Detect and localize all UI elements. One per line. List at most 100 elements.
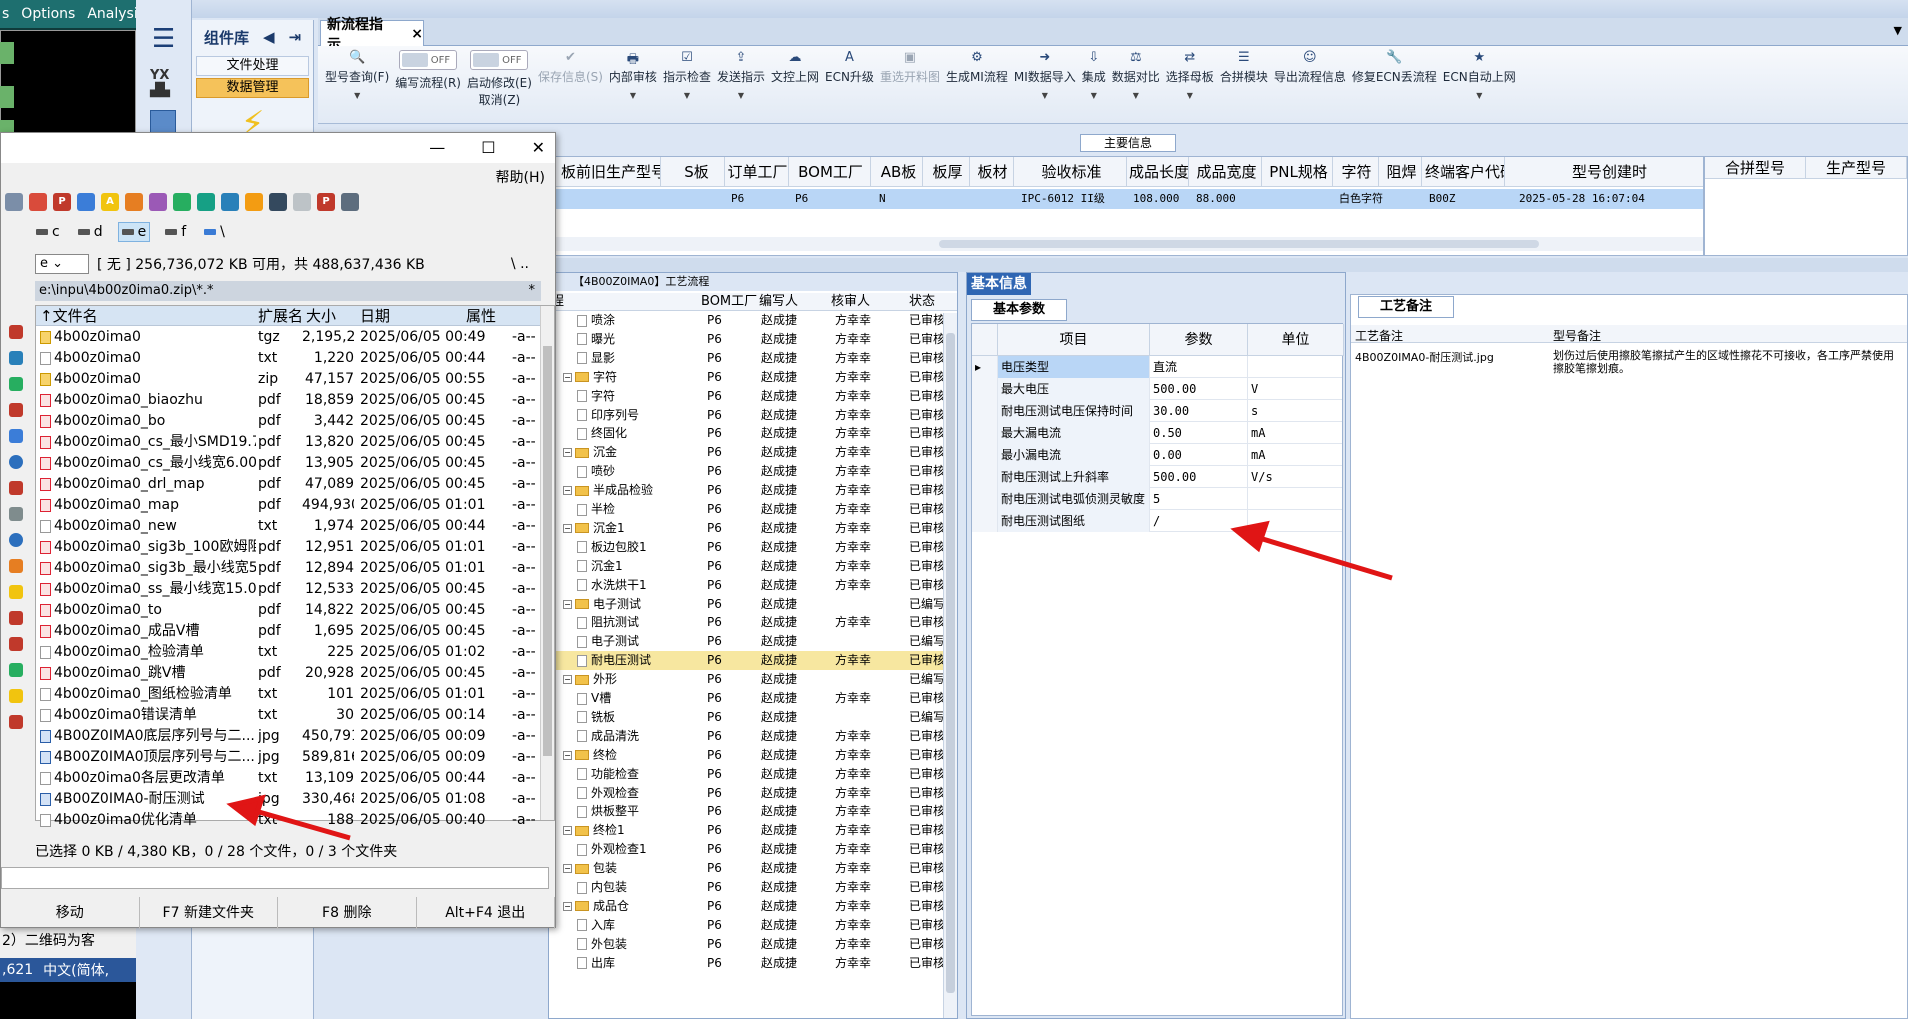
file-name-cell[interactable]: 4b00z0ima0_检验清单 [40,642,256,663]
param-value[interactable]: 30.00 [1150,400,1248,422]
flow-tree-row[interactable]: 曝光 P6 赵成捷 方幸幸 已审核 [549,330,957,349]
grid-column-header[interactable]: 阻焊 [1382,157,1422,187]
flow-step[interactable]: − 沉金1 [563,519,625,538]
flow-step[interactable]: 水洗烘干1 [577,576,647,595]
file-name-cell[interactable]: 4b00z0ima0_成品V槽 [40,621,256,642]
param-unit[interactable] [1248,356,1344,378]
grid-cell[interactable]: 88.000 [1196,189,1266,209]
hamburger-menu-icon[interactable]: ☰ [152,24,175,54]
file-row[interactable]: 4b00z0ima0错误清单 txt 30 2025/06/05 00:14 -a-- [36,705,542,726]
chevron-down-icon[interactable]: ▼ [1133,91,1139,100]
flow-tree-row[interactable]: 显影 P6 赵成捷 方幸幸 已审核 [549,349,957,368]
grid-column-header[interactable]: 验收标准 [1017,157,1127,187]
params-column-header[interactable]: 单位 [1248,324,1344,356]
flow-step[interactable]: 成品清洗 [577,727,639,746]
flow-step[interactable]: 入库 [577,916,615,935]
toolbar-button[interactable]: OFF 启动修改(E) 取消(Z) [464,46,535,108]
info-icon[interactable] [9,533,23,547]
file-row[interactable]: 4b00z0ima0优化清单 txt 188 2025/06/05 00:40 -a-- [36,810,542,831]
vertical-scrollbar[interactable] [540,306,554,820]
flow-tree-row[interactable]: − 外形 P6 赵成捷 已编写 [549,670,957,689]
flow-step[interactable]: 曝光 [577,330,615,349]
menu-item[interactable]: s [2,6,9,22]
status-language[interactable]: 中文(简体, [43,960,109,980]
param-unit[interactable]: s [1248,400,1344,422]
flow-tree-row[interactable]: 内包装 P6 赵成捷 方幸幸 已审核 [549,878,957,897]
menu-item-analysis[interactable]: Analysi [87,6,137,22]
flow-step[interactable]: 烘板整平 [577,802,639,821]
file-name-cell[interactable]: 4b00z0ima0_cs_最小线宽6.000 [40,453,256,474]
flow-tree-row[interactable]: − 电子测试 P6 赵成捷 已编写 [549,595,957,614]
file-name-cell[interactable]: 4b00z0ima0_跳V槽 [40,663,256,684]
flow-step[interactable]: 内包装 [577,878,627,897]
flow-step[interactable]: 喷涂 [577,311,615,330]
flow-tree-row[interactable]: 外观检查1 P6 赵成捷 方幸幸 已审核 [549,840,957,859]
drive-f[interactable]: f [162,223,189,241]
file-name-cell[interactable]: 4b00z0ima0各层更改清单 [40,768,256,789]
file-name-cell[interactable]: 4b00z0ima0错误清单 [40,705,256,726]
params-row[interactable]: 最小漏电流 0.00 mA [972,444,1344,466]
grid-cell[interactable] [1269,189,1337,209]
flow-tree-row[interactable]: − 字符 P6 赵成捷 方幸幸 已审核 [549,368,957,387]
grid-cell[interactable]: 108.000 [1133,189,1193,209]
collapse-toggle-icon[interactable]: − [563,826,572,836]
flow-tree-row[interactable]: − 成品仓 P6 赵成捷 方幸幸 已审核 [549,897,957,916]
grid-column-header[interactable]: 板厚 [926,157,970,187]
flow-tree-row[interactable]: 板边包胶1 P6 赵成捷 方幸幸 已审核 [549,538,957,557]
network-icon[interactable] [9,377,23,391]
grid-cell[interactable] [1386,189,1426,209]
file-name-cell[interactable]: 4b00z0ima0 [40,348,256,369]
grid-cell[interactable] [930,189,974,209]
flow-tree-row[interactable]: V槽 P6 赵成捷 方幸幸 已审核 [549,689,957,708]
maximize-button[interactable]: ☐ [481,138,495,157]
flow-step[interactable]: 沉金1 [577,557,623,576]
flow-step[interactable]: 字符 [577,387,615,406]
merge-col-model[interactable]: 合拼型号 [1705,157,1806,178]
param-unit[interactable]: mA [1248,422,1344,444]
params-row[interactable]: 耐电压测试电弧侦测灵敏度 5 [972,488,1344,510]
text-icon[interactable]: A [101,193,119,211]
grid-column-header[interactable]: 板前旧生产型号 [561,157,661,187]
param-item[interactable]: 耐电压测试上升斜率 [998,466,1150,488]
file-name-cell[interactable]: 4B00Z0IMA0底层序列号与二... [40,726,256,747]
collapse-left-icon[interactable]: ◀ [263,28,275,46]
params-row[interactable]: 最大漏电流 0.50 mA [972,422,1344,444]
toggle-switch[interactable]: OFF [470,50,529,70]
document-icon[interactable] [125,193,143,211]
component-file-processing[interactable]: 文件处理 [196,56,309,76]
grid-view-icon[interactable] [5,193,23,211]
collapse-toggle-icon[interactable]: − [563,864,572,874]
file-name-cell[interactable]: 4b00z0ima0_map [40,495,256,516]
collapse-toggle-icon[interactable]: − [563,901,572,911]
file-row[interactable]: 4b00z0ima0_bo pdf 3,442 2025/06/05 00:45 -a-… [36,411,542,432]
file-row[interactable]: 4b00z0ima0 txt 1,220 2025/06/05 00:44 -a-- [36,348,542,369]
col-model-note[interactable]: 型号备注 [1553,327,1601,344]
params-row[interactable]: ▸ 电压类型 直流 [972,356,1344,378]
file-row[interactable]: 4b00z0ima0_drl_map pdf 47,089 2025/06/05 00… [36,474,542,495]
toolbar-button[interactable]: ⚙ 生成MI流程 [943,46,1011,85]
image-icon[interactable] [149,193,167,211]
flow-column-header[interactable]: 编写人 [759,293,798,311]
param-value[interactable]: 直流 [1150,356,1248,378]
flow-step[interactable]: 铣板 [577,708,615,727]
grid-column-header[interactable]: 板材 [972,157,1014,187]
flow-step[interactable]: − 沉金 [563,443,617,462]
file-row[interactable]: 4b00z0ima0_sig3b_100欧姆阻... pdf 12,951 2025/… [36,537,542,558]
flow-tree-row[interactable]: − 终检1 P6 赵成捷 方幸幸 已审核 [549,821,957,840]
toolbar-button[interactable]: 🔧 修复ECN丢流程 [1349,46,1440,85]
flow-step[interactable]: − 字符 [563,368,617,387]
toolbar-button[interactable]: ☑ 指示检查 ▼ [660,46,714,100]
param-unit[interactable]: V/s [1248,466,1344,488]
flow-tree-row[interactable]: − 半成品检验 P6 赵成捷 方幸幸 已审核 [549,481,957,500]
grid-cell[interactable] [976,189,1018,209]
collapse-toggle-icon[interactable]: − [563,599,572,609]
file-row[interactable]: 4b00z0ima0_成品V槽 pdf 1,695 2025/06/05 00:45 -… [36,621,542,642]
file-row[interactable]: 4B00Z0IMA0顶层序列号与二...jpg 589,816 2025/06/05… [36,747,542,768]
file-row[interactable]: 4b00z0ima0各层更改清单 txt 13,109 2025/06/05 00:4… [36,768,542,789]
file-row[interactable]: 4b00z0ima0_ss_最小线宽15.0... pdf 12,533 2025/0… [36,579,542,600]
pin-icon[interactable]: ⇥ [289,28,302,46]
tab-process-note[interactable]: 工艺备注 [1358,296,1454,318]
drive-e[interactable]: e [117,222,151,242]
flow-tree-row[interactable]: 入库 P6 赵成捷 方幸幸 已审核 [549,916,957,935]
chevron-down-icon[interactable]: ▼ [630,91,636,100]
